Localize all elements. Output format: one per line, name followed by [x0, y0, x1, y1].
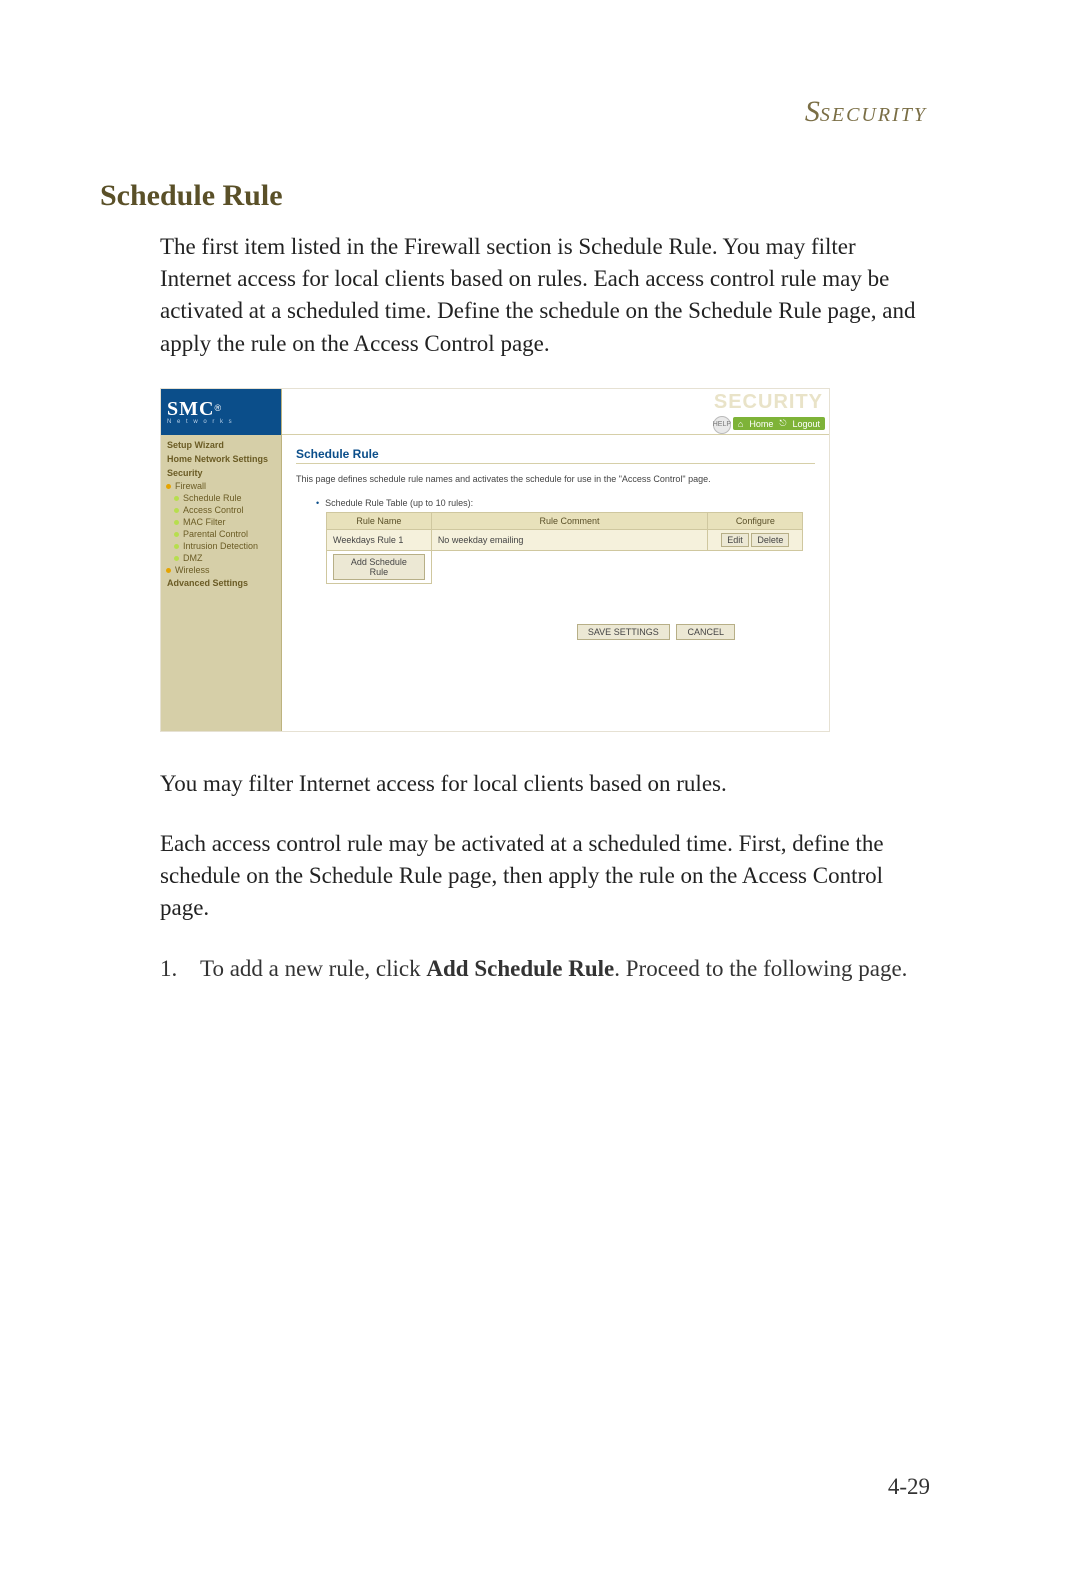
router-main: SECURITY HELP ⌂ Home ⎋ Logout Schedule R…	[282, 389, 829, 731]
router-ui-screenshot: SMC® N e t w o r k s Setup Wizard Home N…	[160, 388, 830, 732]
nav-home-network-settings[interactable]: Home Network Settings	[161, 452, 281, 466]
nav-schedule-rule[interactable]: Schedule Rule	[161, 492, 281, 504]
col-rule-name: Rule Name	[327, 512, 432, 529]
section-running-head: SSecurity	[100, 95, 927, 129]
cancel-button[interactable]: CANCEL	[676, 624, 735, 640]
table-caption: Schedule Rule Table (up to 10 rules):	[316, 498, 815, 508]
router-nav: Setup Wizard Home Network Settings Secur…	[161, 435, 281, 593]
intro-paragraph: The first item listed in the Firewall se…	[160, 231, 925, 360]
after-paragraph-2: Each access control rule may be activate…	[160, 828, 925, 925]
router-logo: SMC® N e t w o r k s	[161, 389, 281, 435]
col-configure: Configure	[708, 512, 803, 529]
nav-security[interactable]: Security	[161, 466, 281, 480]
logo-text: SMC	[167, 398, 214, 420]
edit-button[interactable]: Edit	[721, 533, 749, 547]
title-rule	[296, 463, 815, 464]
router-content: Schedule Rule This page defines schedule…	[282, 435, 829, 652]
nav-dmz[interactable]: DMZ	[161, 552, 281, 564]
step-1-text: To add a new rule, click Add Schedule Ru…	[200, 953, 925, 985]
logo-registered: ®	[214, 403, 221, 413]
home-link[interactable]: Home	[749, 419, 773, 429]
step-1-suffix: . Proceed to the following page.	[614, 956, 907, 981]
step-1-number: 1.	[160, 953, 200, 985]
router-topbar: SECURITY HELP ⌂ Home ⎋ Logout	[282, 389, 829, 435]
document-page: SSecurity Schedule Rule The first item l…	[0, 0, 1080, 1570]
cell-configure: Edit Delete	[708, 529, 803, 550]
logo-subtext: N e t w o r k s	[167, 419, 275, 425]
content-title: Schedule Rule	[296, 447, 815, 461]
router-sidebar: SMC® N e t w o r k s Setup Wizard Home N…	[161, 389, 282, 731]
nav-setup-wizard[interactable]: Setup Wizard	[161, 438, 281, 452]
help-icon[interactable]: HELP	[713, 416, 731, 434]
nav-advanced-settings[interactable]: Advanced Settings	[161, 576, 281, 590]
topbar-links: ⌂ Home ⎋ Logout	[733, 417, 825, 430]
content-description: This page defines schedule rule names an…	[296, 474, 815, 484]
table-header-row: Rule Name Rule Comment Configure	[327, 512, 803, 529]
nav-mac-filter[interactable]: MAC Filter	[161, 516, 281, 528]
col-rule-comment: Rule Comment	[431, 512, 707, 529]
heading-schedule-rule: Schedule Rule	[100, 179, 985, 213]
topbar-brand: SECURITY	[714, 391, 823, 414]
action-bar: SAVE SETTINGS CANCEL	[296, 624, 815, 640]
nav-intrusion-detection[interactable]: Intrusion Detection	[161, 540, 281, 552]
logout-icon: ⎋	[779, 418, 786, 429]
cell-rule-comment: No weekday emailing	[431, 529, 707, 550]
add-schedule-rule-button[interactable]: Add Schedule Rule	[333, 554, 425, 580]
save-settings-button[interactable]: SAVE SETTINGS	[577, 624, 670, 640]
nav-access-control[interactable]: Access Control	[161, 504, 281, 516]
page-number: 4-29	[888, 1474, 930, 1500]
schedule-rule-table: Rule Name Rule Comment Configure Weekday…	[326, 512, 803, 584]
table-add-row: Add Schedule Rule	[327, 550, 803, 583]
delete-button[interactable]: Delete	[751, 533, 789, 547]
cell-rule-name: Weekdays Rule 1	[327, 529, 432, 550]
nav-parental-control[interactable]: Parental Control	[161, 528, 281, 540]
nav-wireless[interactable]: Wireless	[161, 564, 281, 576]
home-icon: ⌂	[738, 419, 743, 429]
cell-add-empty	[431, 550, 803, 583]
step-1-prefix: To add a new rule, click	[200, 956, 426, 981]
logout-link[interactable]: Logout	[792, 419, 820, 429]
nav-firewall[interactable]: Firewall	[161, 480, 281, 492]
after-paragraph-1: You may filter Internet access for local…	[160, 768, 925, 800]
step-1-bold: Add Schedule Rule	[426, 956, 614, 981]
step-1: 1. To add a new rule, click Add Schedule…	[160, 953, 925, 985]
cell-add: Add Schedule Rule	[327, 550, 432, 583]
table-row: Weekdays Rule 1 No weekday emailing Edit…	[327, 529, 803, 550]
